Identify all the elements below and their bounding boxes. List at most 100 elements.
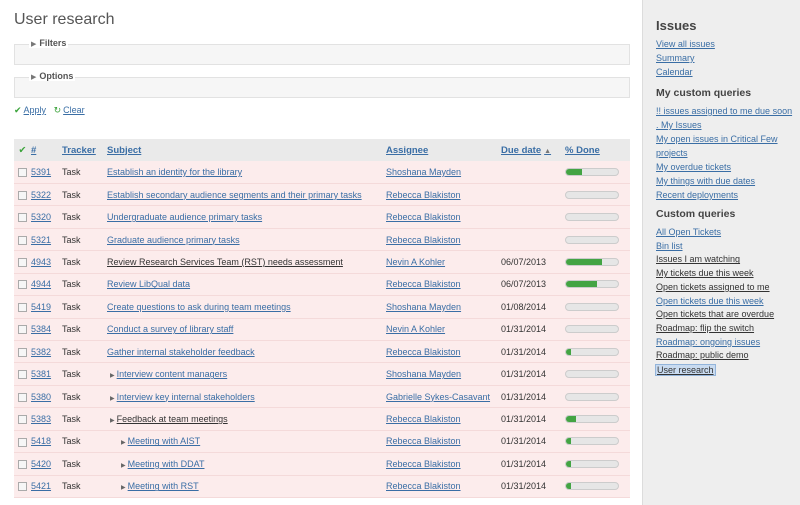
filters-fieldset[interactable]: ▶ Filters bbox=[14, 38, 630, 65]
filters-toggle[interactable]: ▶ Filters bbox=[29, 38, 69, 48]
issue-subject-link[interactable]: Meeting with AIST bbox=[128, 436, 201, 446]
sidebar-custom-query-link[interactable]: Roadmap: public demo bbox=[656, 350, 749, 360]
column-header-subject[interactable]: Subject bbox=[107, 139, 386, 161]
sidebar-my-query-link[interactable]: Recent deployments bbox=[656, 190, 738, 200]
sidebar-custom-query-link[interactable]: Open tickets assigned to me bbox=[656, 282, 770, 292]
table-row[interactable]: 5320 Task Undergraduate audience primary t… bbox=[14, 205, 630, 229]
sidebar-custom-query-link[interactable]: Roadmap: ongoing issues bbox=[656, 337, 760, 347]
row-checkbox[interactable] bbox=[18, 302, 27, 312]
sidebar-custom-query-link[interactable]: All Open Tickets bbox=[656, 227, 721, 237]
table-row[interactable]: 5421 Task ▶ Meeting with RST Rebecca Blakist… bbox=[14, 475, 630, 499]
sidebar-custom-query-link[interactable]: Open tickets that are overdue bbox=[656, 309, 774, 319]
issue-subject-link[interactable]: Meeting with RST bbox=[128, 481, 199, 491]
issue-id-link[interactable]: 5380 bbox=[31, 392, 51, 402]
issue-subject-link[interactable]: Establish an identity for the library bbox=[107, 167, 242, 177]
table-row[interactable]: 5381 Task ▶ Interview content managers Shosh… bbox=[14, 362, 630, 386]
issue-subject-link[interactable]: Conduct a survey of library staff bbox=[107, 324, 233, 334]
issue-id-link[interactable]: 5420 bbox=[31, 459, 51, 469]
assignee-link[interactable]: Rebecca Blakiston bbox=[386, 212, 461, 222]
row-checkbox[interactable] bbox=[18, 168, 27, 178]
sidebar-custom-query-link[interactable]: Open tickets due this week bbox=[656, 296, 764, 306]
assignee-link[interactable]: Shoshana Mayden bbox=[386, 302, 461, 312]
table-row[interactable]: 5380 Task ▶ Interview key internal stakehol… bbox=[14, 385, 630, 409]
sidebar-custom-query-link[interactable]: Bin list bbox=[656, 241, 683, 251]
issue-subject-link[interactable]: Create questions to ask during team meet… bbox=[107, 302, 291, 312]
table-row[interactable]: 4944 Task Review LibQual data Rebecca Blaki… bbox=[14, 273, 630, 297]
row-checkbox[interactable] bbox=[18, 258, 27, 268]
issue-subject-link[interactable]: Undergraduate audience primary tasks bbox=[107, 212, 262, 222]
issue-subject-link[interactable]: Gather internal stakeholder feedback bbox=[107, 347, 255, 357]
row-checkbox[interactable] bbox=[18, 415, 27, 425]
row-checkbox[interactable] bbox=[18, 437, 27, 447]
sidebar-my-query-link[interactable]: !! issues assigned to me due soon bbox=[656, 106, 792, 116]
assignee-link[interactable]: Rebecca Blakiston bbox=[386, 459, 461, 469]
sidebar-my-query-link[interactable]: projects bbox=[656, 148, 688, 158]
issue-subject-link[interactable]: Interview content managers bbox=[117, 369, 228, 379]
assignee-link[interactable]: Shoshana Mayden bbox=[386, 167, 461, 177]
sidebar-my-query-link[interactable]: . My Issues bbox=[656, 120, 702, 130]
issue-id-link[interactable]: 5384 bbox=[31, 324, 51, 334]
assignee-link[interactable]: Nevin A Kohler bbox=[386, 257, 445, 267]
column-header-assignee[interactable]: Assignee bbox=[386, 139, 501, 161]
sidebar-custom-query-selected[interactable]: User research bbox=[655, 364, 716, 376]
sidebar-link-summary[interactable]: Summary bbox=[656, 53, 695, 63]
column-header-due-date[interactable]: Due date ▲ bbox=[501, 139, 565, 161]
assignee-link[interactable]: Rebecca Blakiston bbox=[386, 481, 461, 491]
row-checkbox[interactable] bbox=[18, 280, 27, 290]
assignee-link[interactable]: Rebecca Blakiston bbox=[386, 190, 461, 200]
row-checkbox[interactable] bbox=[18, 392, 27, 402]
row-checkbox[interactable] bbox=[18, 459, 27, 469]
issue-id-link[interactable]: 5391 bbox=[31, 167, 51, 177]
table-row[interactable]: 5383 Task ▶ Feedback at team meetings Rebecc… bbox=[14, 407, 630, 431]
table-row[interactable]: 5418 Task ▶ Meeting with AIST Rebecca Blakis… bbox=[14, 430, 630, 454]
row-checkbox[interactable] bbox=[18, 213, 27, 223]
issue-subject-link[interactable]: Graduate audience primary tasks bbox=[107, 235, 240, 245]
issue-id-link[interactable]: 5322 bbox=[31, 190, 51, 200]
assignee-link[interactable]: Shoshana Mayden bbox=[386, 369, 461, 379]
column-header-id[interactable]: # bbox=[31, 139, 62, 161]
issue-id-link[interactable]: 5418 bbox=[31, 436, 51, 446]
issue-subject-link[interactable]: Establish secondary audience segments an… bbox=[107, 190, 362, 200]
row-checkbox[interactable] bbox=[18, 325, 27, 335]
assignee-link[interactable]: Rebecca Blakiston bbox=[386, 436, 461, 446]
row-checkbox[interactable] bbox=[18, 370, 27, 380]
assignee-link[interactable]: Rebecca Blakiston bbox=[386, 235, 461, 245]
row-checkbox[interactable] bbox=[18, 482, 27, 492]
sidebar-my-query-link[interactable]: My overdue tickets bbox=[656, 162, 731, 172]
table-row[interactable]: 5391 Task Establish an identity for the li… bbox=[14, 161, 630, 184]
toggle-all-checkbox[interactable]: ✔ bbox=[14, 139, 31, 161]
table-row[interactable]: 5321 Task Graduate audience primary tasks R… bbox=[14, 228, 630, 252]
issue-id-link[interactable]: 5381 bbox=[31, 369, 51, 379]
issue-subject-link[interactable]: Review LibQual data bbox=[107, 279, 190, 289]
sidebar-link-view-all-issues[interactable]: View all issues bbox=[656, 39, 715, 49]
issue-id-link[interactable]: 4943 bbox=[31, 257, 51, 267]
column-header-tracker[interactable]: Tracker bbox=[62, 139, 107, 161]
table-row[interactable]: 5419 Task Create questions to ask during t… bbox=[14, 295, 630, 319]
table-row[interactable]: 4943 Task Review Research Services Team (R… bbox=[14, 250, 630, 274]
issue-id-link[interactable]: 5421 bbox=[31, 481, 51, 491]
issue-id-link[interactable]: 5383 bbox=[31, 414, 51, 424]
issue-id-link[interactable]: 5419 bbox=[31, 302, 51, 312]
row-checkbox[interactable] bbox=[18, 347, 27, 357]
issue-id-link[interactable]: 5320 bbox=[31, 212, 51, 222]
apply-link[interactable]: Apply bbox=[24, 105, 47, 115]
table-row[interactable]: 5382 Task Gather internal stakeholder feed… bbox=[14, 340, 630, 364]
sidebar-custom-query-link[interactable]: Roadmap: flip the switch bbox=[656, 323, 754, 333]
clear-link[interactable]: Clear bbox=[63, 105, 85, 115]
assignee-link[interactable]: Rebecca Blakiston bbox=[386, 347, 461, 357]
issue-id-link[interactable]: 4944 bbox=[31, 279, 51, 289]
issue-subject-link[interactable]: Interview key internal stakeholders bbox=[117, 392, 255, 402]
assignee-link[interactable]: Rebecca Blakiston bbox=[386, 414, 461, 424]
column-header-done[interactable]: % Done bbox=[565, 139, 630, 161]
options-toggle[interactable]: ▶ Options bbox=[29, 71, 76, 81]
issue-id-link[interactable]: 5382 bbox=[31, 347, 51, 357]
options-fieldset[interactable]: ▶ Options bbox=[14, 71, 630, 98]
issue-subject-link[interactable]: Review Research Services Team (RST) need… bbox=[107, 257, 343, 267]
row-checkbox[interactable] bbox=[18, 190, 27, 200]
table-row[interactable]: 5384 Task Conduct a survey of library staf… bbox=[14, 318, 630, 342]
issue-subject-link[interactable]: Meeting with DDAT bbox=[128, 459, 205, 469]
assignee-link[interactable]: Rebecca Blakiston bbox=[386, 279, 461, 289]
issue-id-link[interactable]: 5321 bbox=[31, 235, 51, 245]
sidebar-custom-query-link[interactable]: My tickets due this week bbox=[656, 268, 754, 278]
assignee-link[interactable]: Nevin A Kohler bbox=[386, 324, 445, 334]
